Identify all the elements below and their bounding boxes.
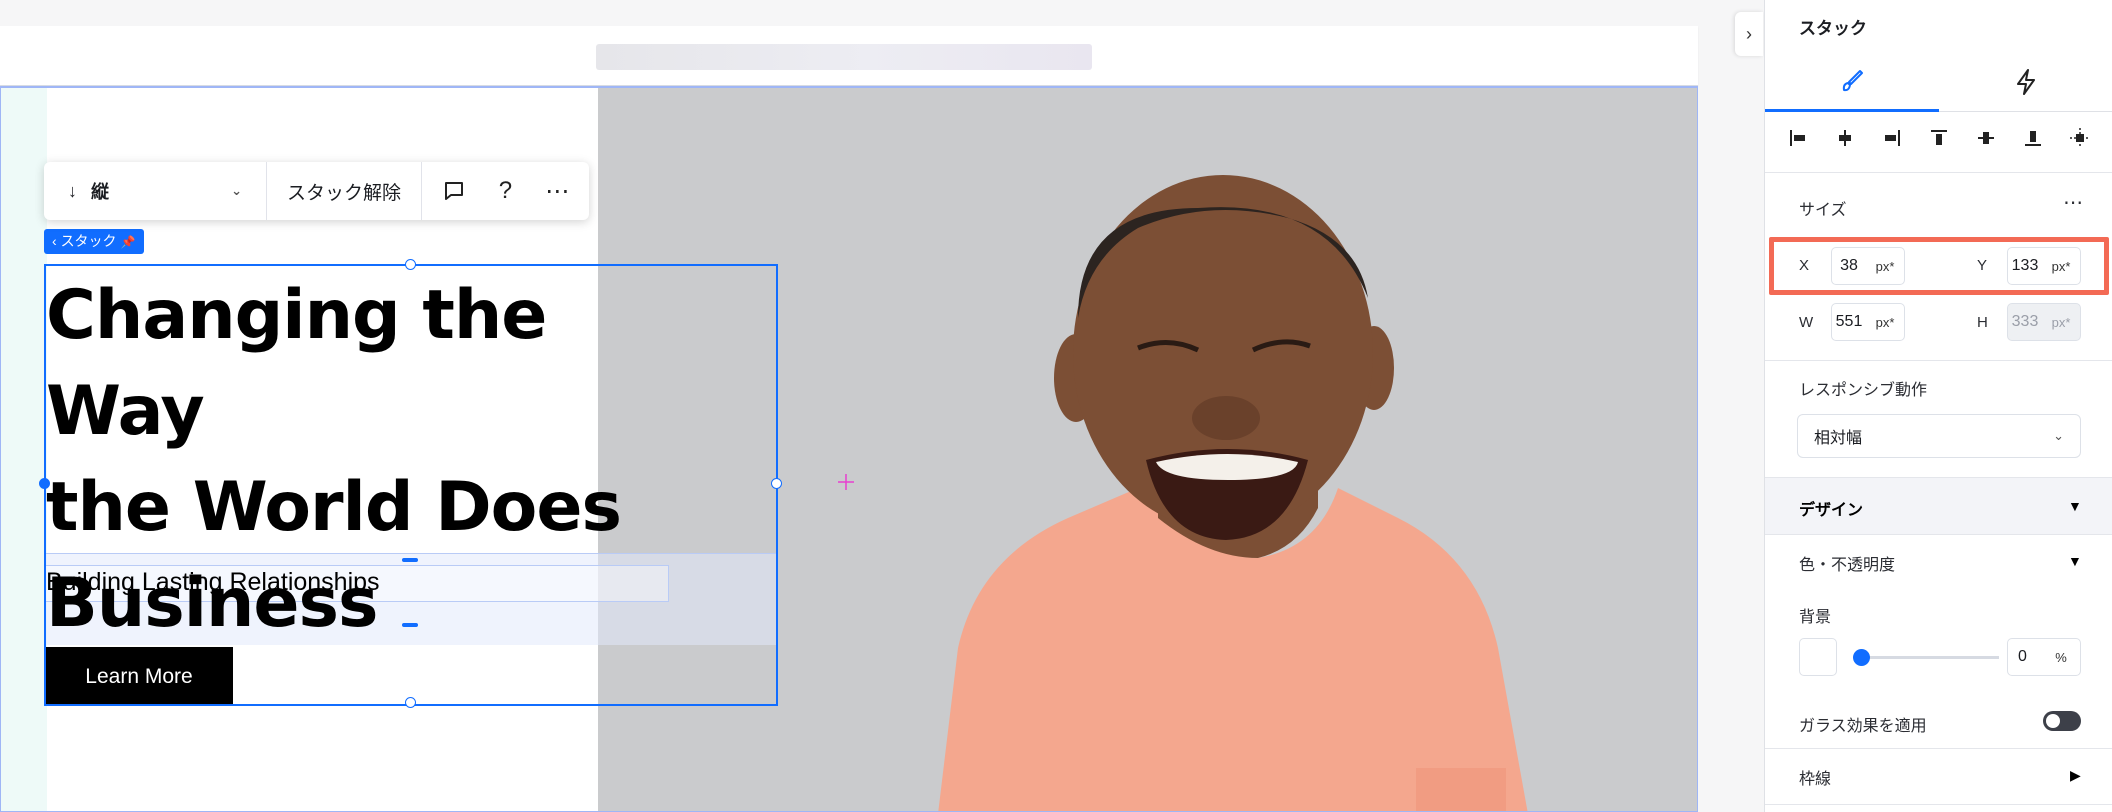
panel-tabs — [1765, 52, 2112, 112]
resize-handle-left[interactable] — [39, 478, 50, 489]
h-value: 333 — [2011, 313, 2039, 330]
chevron-down-icon: ⌄ — [231, 183, 242, 198]
align-center-vertical-icon[interactable] — [1969, 121, 2003, 155]
border-label[interactable]: 枠線 — [1799, 765, 1831, 789]
responsive-value: 相対幅 — [1814, 430, 1863, 447]
expand-triangle-icon[interactable]: ▶ — [2070, 767, 2081, 784]
opacity-slider-thumb[interactable] — [1853, 649, 1870, 666]
align-left-icon[interactable] — [1781, 121, 1815, 155]
w-unit-selector[interactable]: px* — [1866, 304, 1904, 340]
tab-design[interactable] — [1765, 52, 1939, 112]
collapse-triangle-icon: ▼ — [2068, 498, 2082, 514]
arrow-down-icon: ↓ — [68, 180, 77, 201]
h-field: 333 px* — [2007, 303, 2081, 341]
divider — [1765, 360, 2112, 361]
crosshair-icon — [838, 474, 854, 490]
stack-tag-label: スタック — [60, 233, 117, 249]
unstack-button[interactable]: スタック解除 — [267, 162, 422, 220]
chevron-down-icon: ⌄ — [2053, 428, 2064, 443]
align-center-both-icon[interactable] — [2063, 121, 2097, 155]
direction-dropdown[interactable]: ↓ 縦 ⌄ — [44, 162, 267, 220]
resize-handle-bottom[interactable] — [405, 697, 416, 708]
opacity-slider-track[interactable] — [1861, 656, 1999, 659]
alignment-toolbar — [1781, 118, 2097, 158]
lightning-icon — [2017, 69, 2035, 95]
resize-handle-right[interactable] — [771, 478, 782, 489]
direction-label: 縦 — [91, 182, 109, 202]
resize-handle-top[interactable] — [405, 259, 416, 270]
color-opacity-triangle-icon[interactable]: ▼ — [2068, 553, 2082, 569]
more-icon[interactable]: ⋯ — [538, 172, 576, 210]
color-opacity-label[interactable]: 色・不透明度 — [1799, 551, 1895, 575]
w-label: W — [1799, 314, 1814, 331]
divider — [1765, 172, 2112, 173]
h-label: H — [1977, 314, 1988, 331]
align-top-icon[interactable] — [1922, 121, 1956, 155]
tab-interactions[interactable] — [1939, 52, 2112, 112]
left-margin-strip — [1, 88, 47, 811]
divider — [1765, 804, 2112, 805]
divider — [1765, 534, 2112, 535]
url-placeholder-bar — [596, 44, 1092, 70]
background-color-swatch[interactable] — [1799, 638, 1837, 676]
site-header-strip[interactable] — [0, 0, 1698, 86]
pin-icon: 📌 — [120, 235, 136, 249]
opacity-unit: % — [2055, 649, 2067, 665]
collapse-panel-button[interactable]: › — [1735, 12, 1763, 56]
stack-breadcrumb-tag[interactable]: ‹ スタック 📌 — [44, 229, 144, 254]
divider — [1765, 748, 2112, 749]
w-value: 551 — [1835, 313, 1863, 330]
xy-highlight-box — [1769, 237, 2109, 295]
help-icon[interactable]: ? — [486, 172, 524, 210]
back-chevron-icon: ‹ — [52, 233, 61, 249]
brush-icon — [1842, 69, 1863, 91]
w-field[interactable]: 551 px* — [1831, 303, 1905, 341]
chevron-right-icon: › — [1746, 23, 1752, 44]
responsive-behavior-select[interactable]: 相対幅 ⌄ — [1797, 414, 2081, 458]
align-bottom-icon[interactable] — [2016, 121, 2050, 155]
glass-effect-toggle[interactable] — [2043, 711, 2081, 731]
opacity-value: 0 — [2018, 648, 2027, 665]
opacity-field[interactable]: 0 % — [2007, 638, 2081, 676]
stack-selection-frame[interactable] — [39, 259, 782, 708]
design-section-header[interactable]: デザイン ▼ — [1765, 478, 2112, 534]
floating-toolbar: ↓ 縦 ⌄ スタック解除 ? ⋯ — [44, 162, 589, 220]
responsive-label: レスポンシブ動作 — [1799, 382, 1928, 399]
comment-icon[interactable] — [435, 172, 473, 210]
glass-effect-label: ガラス効果を適用 — [1799, 718, 1927, 735]
editor-canvas: Changing the Way the World Does Business… — [0, 0, 1763, 812]
size-more-icon[interactable]: ⋯ — [2063, 190, 2083, 215]
background-label: 背景 — [1799, 609, 1832, 626]
design-label: デザイン — [1799, 502, 1864, 519]
unstack-label: スタック解除 — [286, 182, 401, 204]
panel-title: スタック — [1799, 19, 1867, 38]
align-right-icon[interactable] — [1875, 121, 1909, 155]
toolbar-icon-group: ? ⋯ — [422, 162, 589, 220]
h-unit-selector: px* — [2051, 314, 2071, 330]
inspector-panel: スタック サイズ ⋯ X 38 px* Y 133 px* W 551 px* … — [1764, 0, 2112, 812]
align-center-horizontal-icon[interactable] — [1828, 121, 1862, 155]
size-label: サイズ — [1799, 202, 1847, 219]
